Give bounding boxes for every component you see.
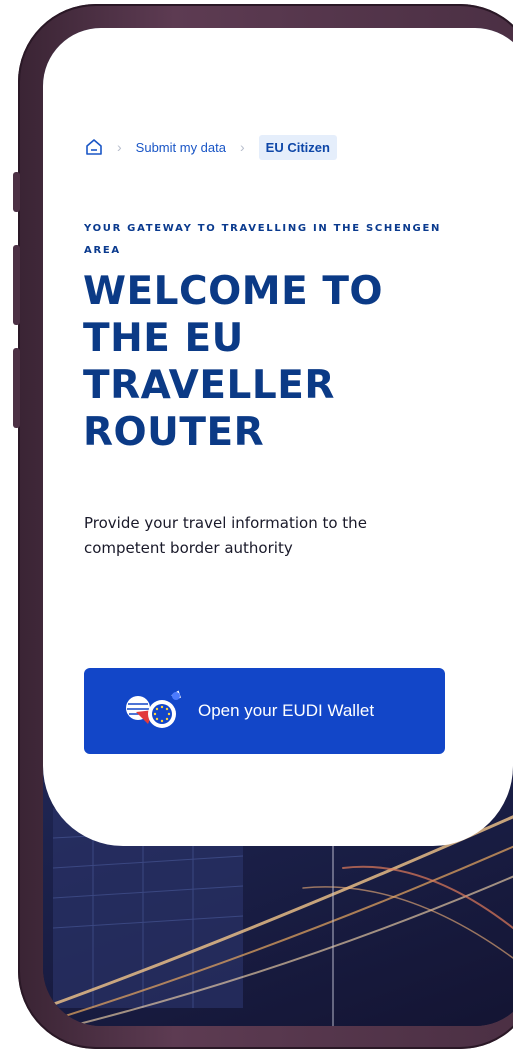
breadcrumb-link-submit-my-data[interactable]: Submit my data — [136, 140, 226, 155]
chevron-right-icon: › — [240, 139, 245, 155]
phone-volume-up-button — [13, 245, 20, 325]
phone-screen: › Submit my data › EU Citizen YOUR GATEW… — [43, 28, 513, 1026]
phone-side-button — [13, 172, 20, 212]
hero-eyebrow: YOUR GATEWAY TO TRAVELLING IN THE SCHENG… — [84, 223, 442, 256]
breadcrumb: › Submit my data › EU Citizen — [85, 133, 337, 161]
welcome-card: › Submit my data › EU Citizen YOUR GATEW… — [43, 28, 513, 846]
open-eudi-wallet-label: Open your EUDI Wallet — [198, 701, 375, 720]
open-eudi-wallet-button[interactable]: Open your EUDI Wallet — [84, 668, 445, 754]
hero-subtitle: Provide your travel information to the c… — [84, 514, 367, 557]
breadcrumb-current-eu-citizen: EU Citizen — [258, 134, 337, 160]
phone-volume-down-button — [13, 348, 20, 428]
chevron-right-icon: › — [117, 139, 122, 155]
page-title: WELCOME TO THE EU TRAVELLER ROUTER — [83, 269, 384, 455]
home-icon[interactable] — [85, 138, 103, 156]
eudi-wallet-icon — [124, 686, 184, 736]
